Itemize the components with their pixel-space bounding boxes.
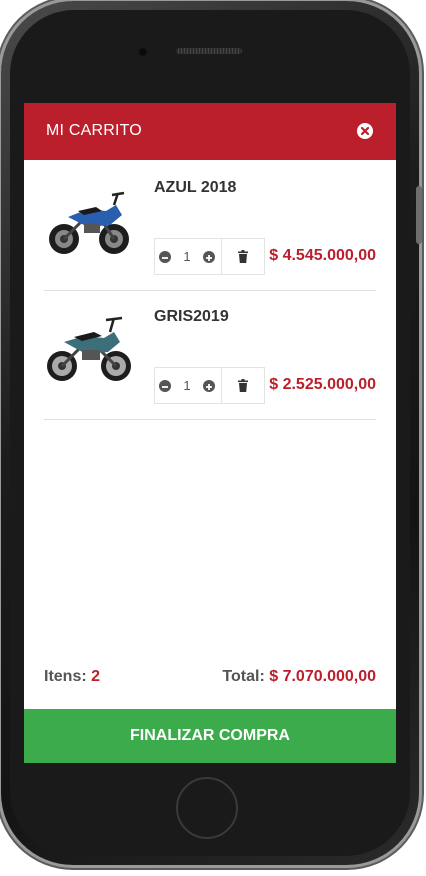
product-name: GRIS2019 (154, 308, 229, 325)
items-count-value: 2 (91, 668, 101, 685)
trash-icon (238, 250, 248, 263)
product-image (44, 310, 134, 390)
product-price: $ 2.525.000,00 (269, 376, 376, 393)
minus-circle-icon[interactable] (159, 380, 171, 392)
front-camera (138, 47, 148, 57)
total-label: Total: (222, 668, 265, 685)
quantity-value: 1 (183, 378, 191, 393)
cart-title: MI CARRITO (46, 122, 142, 139)
home-button[interactable] (176, 777, 238, 839)
cart-total: Total: $ 7.070.000,00 (222, 668, 376, 686)
product-price: $ 4.545.000,00 (269, 247, 376, 264)
cart-item: GRIS2019 1 $ 2.525.000,00 (44, 290, 376, 420)
close-icon[interactable] (357, 123, 373, 139)
delete-button[interactable] (222, 238, 265, 275)
earpiece-speaker (176, 48, 242, 54)
checkout-button[interactable]: FINALIZAR COMPRA (24, 709, 396, 763)
product-image (44, 181, 134, 261)
delete-button[interactable] (222, 367, 265, 404)
items-count: Itens: 2 (44, 668, 100, 686)
quantity-stepper: 1 (154, 238, 222, 275)
total-value: $ 7.070.000,00 (269, 668, 376, 685)
cart-screen: MI CARRITO AZUL 2018 1 $ 4.545.000,00 GR… (24, 103, 396, 763)
phone-side-button (416, 186, 422, 244)
plus-circle-icon[interactable] (203, 251, 215, 263)
plus-circle-icon[interactable] (203, 380, 215, 392)
trash-icon (238, 379, 248, 392)
minus-circle-icon[interactable] (159, 251, 171, 263)
quantity-value: 1 (183, 249, 191, 264)
product-name: AZUL 2018 (154, 179, 237, 196)
quantity-stepper: 1 (154, 367, 222, 404)
cart-item: AZUL 2018 1 $ 4.545.000,00 (44, 161, 376, 291)
items-label: Itens: (44, 668, 87, 685)
cart-header: MI CARRITO (24, 103, 396, 160)
